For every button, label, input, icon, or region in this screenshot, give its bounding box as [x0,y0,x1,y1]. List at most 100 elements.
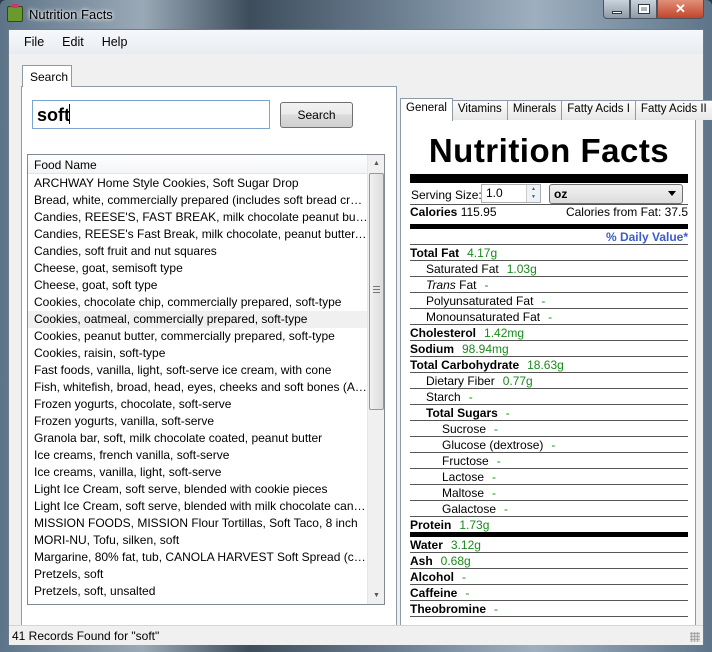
serving-size-value: 1.0 [486,186,503,200]
nutrient-row: Alcohol - [410,569,688,585]
scroll-down-icon[interactable]: ▼ [368,587,384,604]
menu-bar: File Edit Help [9,30,703,54]
list-item[interactable]: Bread, white, commercially prepared (inc… [28,192,368,209]
nutrient-value: - [494,422,499,436]
menu-help[interactable]: Help [93,30,137,54]
nutrient-row: Polyunsaturated Fat - [410,293,688,309]
calories-from-fat: Calories from Fat: 37.5 [565,205,688,219]
close-icon: ✕ [675,1,686,16]
nutrient-row: Sodium 98.94mg [410,341,688,357]
list-item[interactable]: Granola bar, soft, milk chocolate coated… [28,430,368,447]
scroll-up-icon[interactable]: ▲ [368,155,384,172]
nutrient-row: Sucrose - [410,421,688,437]
nutrient-name: Cholesterol [410,326,477,340]
nutrient-row: Glucose (dextrose) - [410,437,688,453]
list-item[interactable]: Fish, whitefish, broad, head, eyes, chee… [28,379,368,396]
serving-size-label: Serving Size: [411,188,482,202]
nutrient-value: - [484,278,489,292]
serving-unit-select[interactable]: oz [549,184,683,204]
tab-minerals[interactable]: Minerals [506,100,563,120]
list-item[interactable]: Fast foods, vanilla, light, soft-serve i… [28,362,368,379]
nutrient-name: Glucose (dextrose) [442,438,544,452]
nutrient-name: Fat [455,278,477,292]
nutrient-name: Total Carbohydrate [410,358,520,372]
nutrient-name: Fructose [442,454,489,468]
menu-file[interactable]: File [15,30,53,54]
nutrient-name: Theobromine [410,602,487,616]
nutrient-value: 4.17g [467,246,498,260]
tab-search[interactable]: Search [22,65,72,87]
nutrient-name: Protein [410,518,452,532]
tab-general[interactable]: General [400,98,453,121]
nutrient-name: Starch [426,390,461,404]
grip-icon [373,286,380,293]
list-item[interactable]: Cookies, raisin, soft-type [28,345,368,362]
client-area: File Edit Help Search soft Search Food N… [8,29,712,645]
tab-fatty-acids-i[interactable]: Fatty Acids I [561,100,636,120]
calories-label: Calories [410,205,458,219]
search-button[interactable]: Search [280,102,353,128]
window-title: Nutrition Facts [29,7,113,22]
list-item[interactable]: MISSION FOODS, MISSION Flour Tortillas, … [28,515,368,532]
minimize-button[interactable] [603,0,630,19]
close-button[interactable]: ✕ [657,0,704,19]
tab-vitamins[interactable]: Vitamins [451,100,508,120]
nutrient-value: - [496,454,501,468]
food-list: Food Name ARCHWAY Home Style Cookies, So… [27,154,385,605]
list-item[interactable]: Pretzels, soft, unsalted [28,583,368,600]
list-item[interactable]: Pretzels, soft [28,566,368,583]
nutrient-rows: Total Fat 4.17g Saturated Fat 1.03g Trans Fa… [410,245,688,617]
status-bar: 41 Records Found for "soft" [9,625,703,645]
list-item[interactable]: ARCHWAY Home Style Cookies, Soft Sugar D… [28,175,368,192]
tab-fatty-acids-ii[interactable]: Fatty Acids II [634,100,712,120]
resize-grip-icon[interactable] [690,632,700,642]
list-item[interactable]: Light Ice Cream, soft serve, blended wit… [28,498,368,515]
list-item[interactable]: Candies, soft fruit and nut squares [28,243,368,260]
title-bar[interactable]: Nutrition Facts ✕ [0,0,712,29]
list-item[interactable]: Frozen yogurts, chocolate, soft-serve [28,396,368,413]
nutrient-name: Caffeine [410,586,458,600]
list-item[interactable]: Cookies, peanut butter, commercially pre… [28,328,368,345]
nutrient-row: Protein 1.73g [410,517,688,537]
menu-edit[interactable]: Edit [53,30,93,54]
stepper-arrows-icon[interactable]: ▲ ▼ [526,185,540,202]
list-item[interactable]: Cheese, goat, soft type [28,277,368,294]
text-caret [69,104,70,124]
search-input[interactable]: soft [32,100,270,129]
nutrient-row: Lactose - [410,469,688,485]
app-icon [7,4,23,22]
list-item[interactable]: Light Ice Cream, soft serve, blended wit… [28,481,368,498]
vertical-scrollbar[interactable]: ▲ ▼ [367,155,384,604]
nutrient-row: Maltose - [410,485,688,501]
nutrient-name: Polyunsaturated Fat [426,294,534,308]
list-item[interactable]: Ice creams, french vanilla, soft-serve [28,447,368,464]
nutrient-name: Dietary Fiber [426,374,495,388]
nutrient-row: Caffeine - [410,585,688,601]
serving-size-stepper[interactable]: 1.0 ▲ ▼ [481,184,541,203]
list-item[interactable]: Cookies, chocolate chip, commercially pr… [28,294,368,311]
nutrient-name: Galactose [442,502,497,516]
nutrient-value: - [551,438,556,452]
list-item[interactable]: Cookies, oatmeal, commercially prepared,… [28,311,368,328]
nutrient-name-italic: Trans [426,278,456,292]
list-item[interactable]: MORI-NU, Tofu, silken, soft [28,532,368,549]
serving-size-row: Serving Size: 1.0 ▲ ▼ oz [410,183,688,205]
nutrient-row: Monounsaturated Fat - [410,309,688,325]
list-item[interactable]: Margarine, 80% fat, tub, CANOLA HARVEST … [28,549,368,566]
nutrient-row: Starch - [410,389,688,405]
list-item[interactable]: Candies, REESE'S, FAST BREAK, milk choco… [28,209,368,226]
list-item[interactable]: Cheese, goat, semisoft type [28,260,368,277]
nutrient-row: Fructose - [410,453,688,469]
list-item[interactable]: Ice creams, vanilla, light, soft-serve [28,464,368,481]
nutrient-name: Lactose [442,470,485,484]
nutrient-row: Dietary Fiber 0.77g [410,373,688,389]
maximize-button[interactable] [630,0,657,19]
nutrient-name: Sodium [410,342,454,356]
list-item[interactable]: Candies, REESE's Fast Break, milk chocol… [28,226,368,243]
nutrient-row: Galactose - [410,501,688,517]
nutrient-value: - [541,294,546,308]
scroll-thumb[interactable] [369,173,384,410]
list-item[interactable]: Frozen yogurts, vanilla, soft-serve [28,413,368,430]
nutrient-value: 1.42mg [484,326,525,340]
column-header-food-name[interactable]: Food Name [28,155,368,174]
